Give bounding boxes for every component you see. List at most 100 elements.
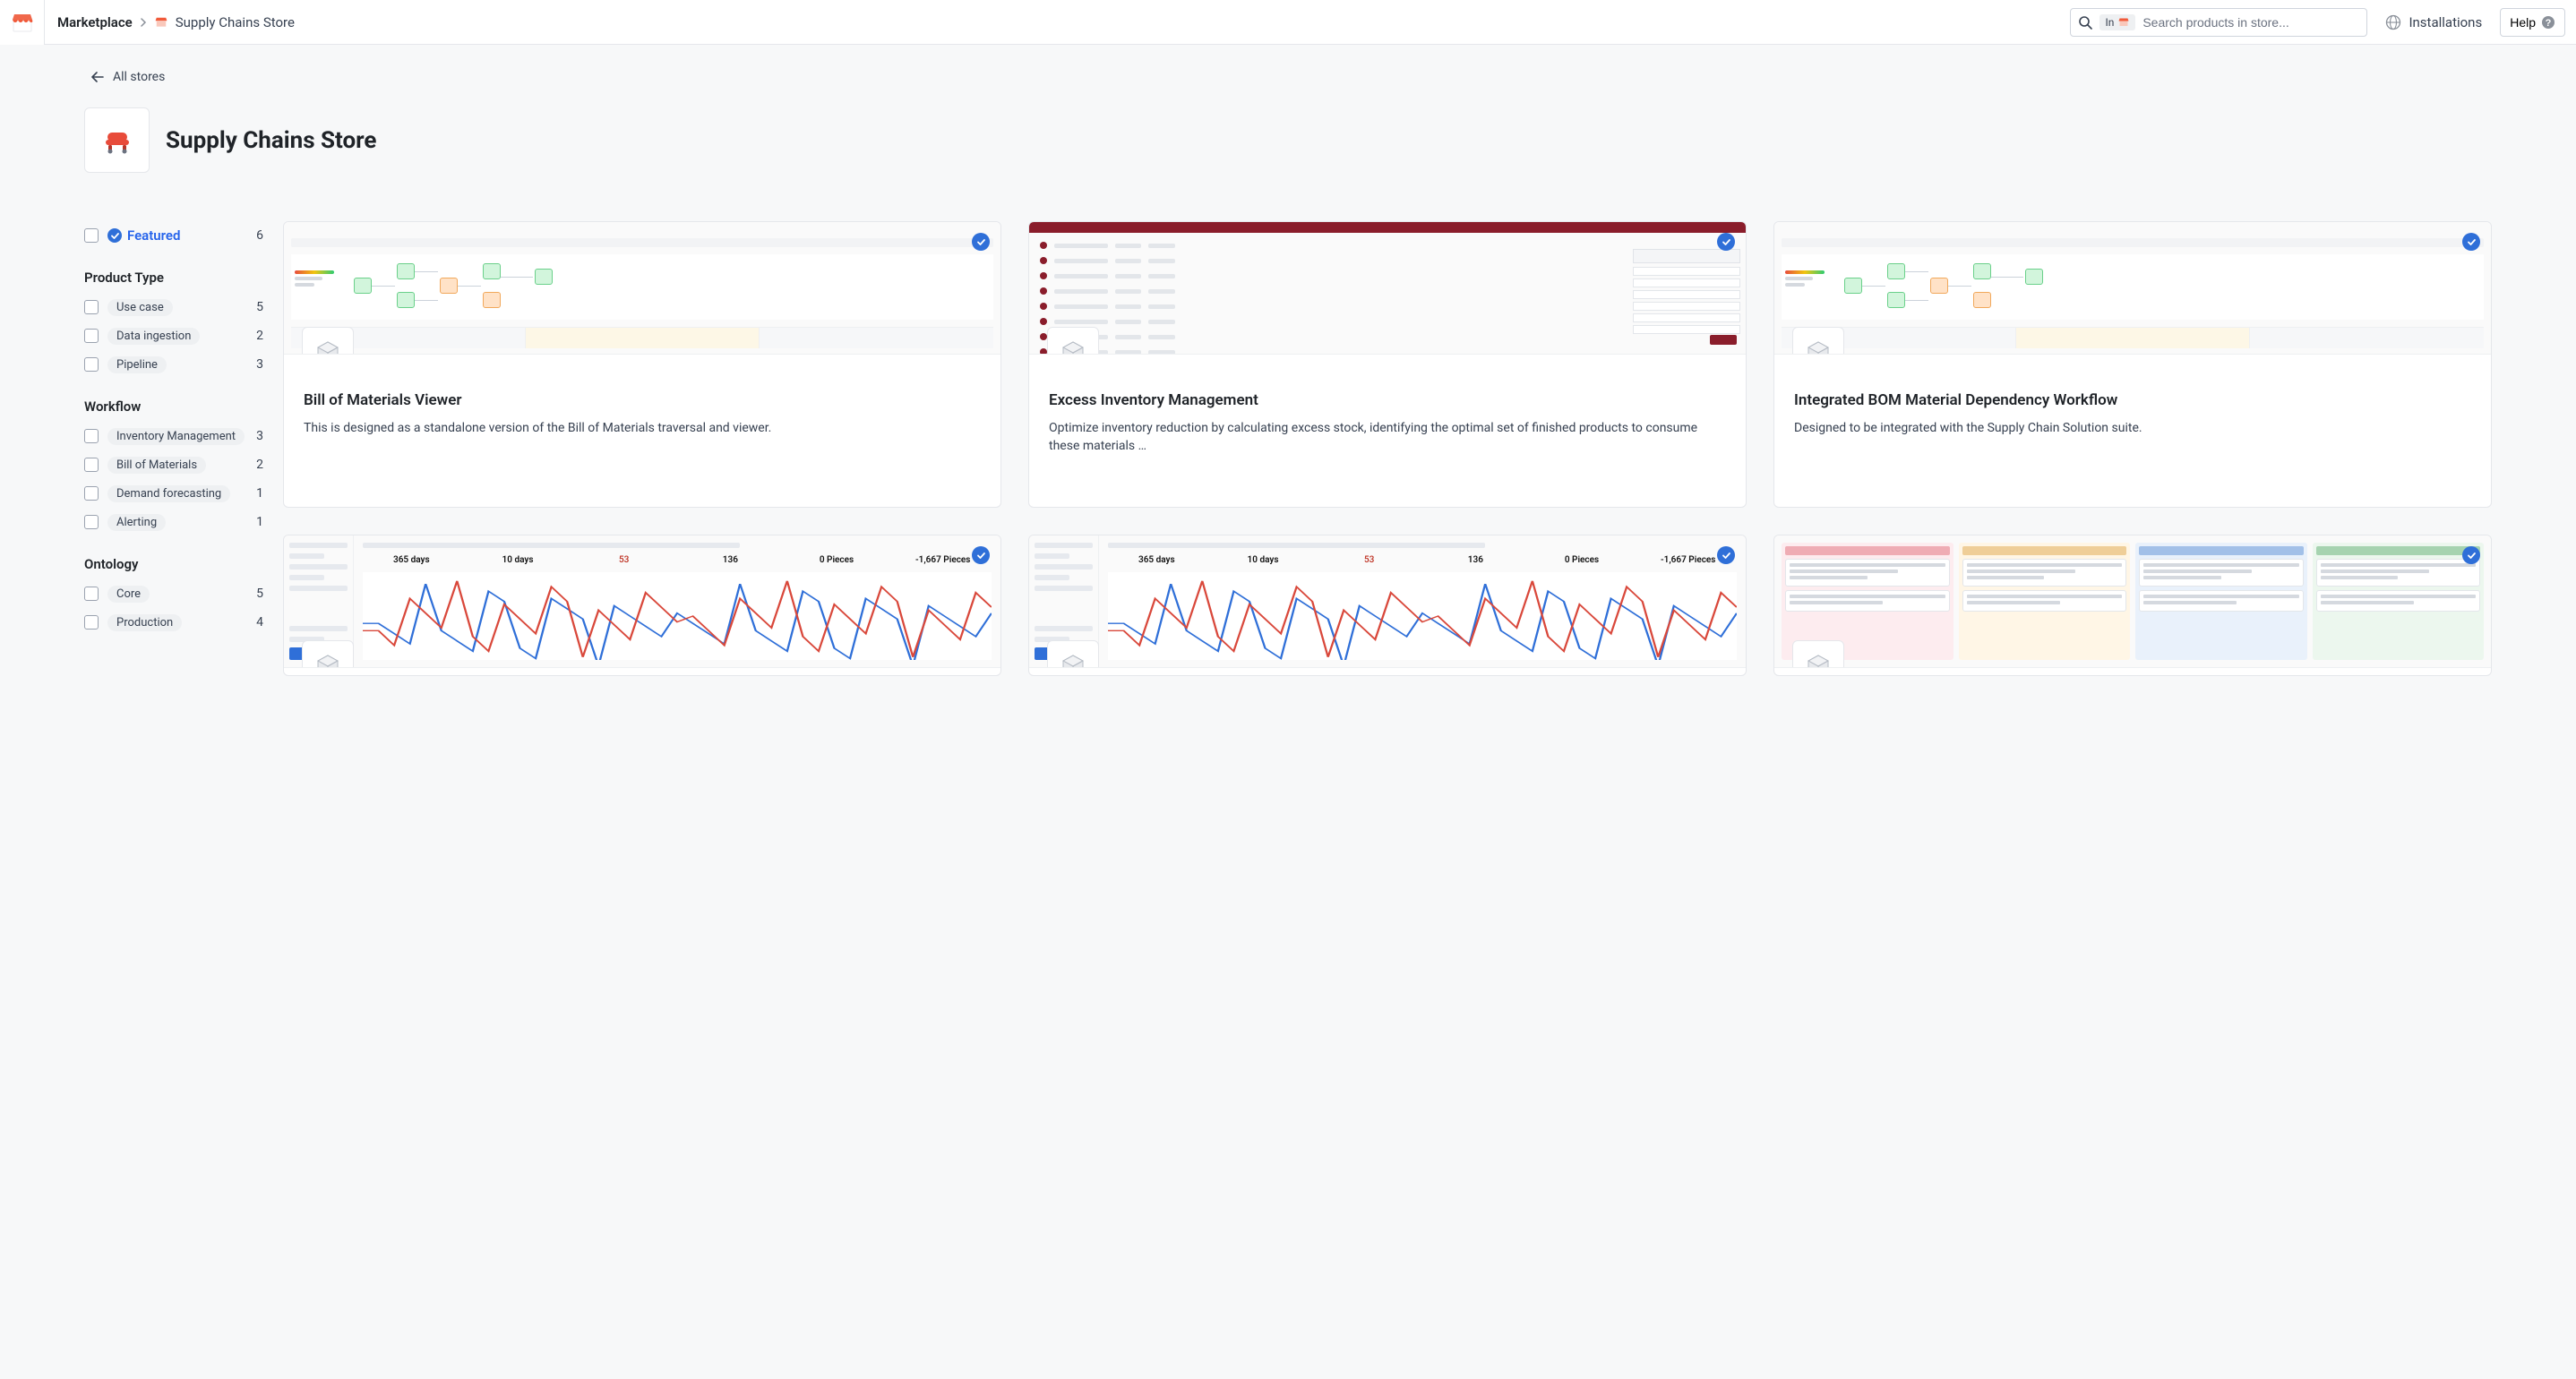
svg-text:?: ?: [2546, 18, 2552, 29]
filter-count: 1: [256, 486, 263, 501]
filter-group-title: Product Type: [84, 270, 263, 286]
product-card-body: Integrated BOM Material Dependency Workf…: [1774, 355, 2491, 507]
checkbox[interactable]: [84, 515, 99, 529]
chevron-right-icon: [140, 14, 147, 30]
featured-badge-icon: [2462, 546, 2480, 564]
filter-count: 4: [256, 615, 263, 630]
globe-icon: [2385, 14, 2401, 30]
breadcrumb: Marketplace Supply Chains Store: [45, 14, 295, 30]
product-card[interactable]: 365 days 10 days 53 136 0 Pieces -1,667 …: [1028, 535, 1747, 676]
store-icon-tile: [84, 107, 150, 173]
thumb-dashboard-preview: 365 days 10 days 53 136 0 Pieces -1,667 …: [284, 535, 1000, 667]
filter-row[interactable]: Inventory Management 3: [84, 422, 263, 450]
installations-label: Installations: [2409, 14, 2482, 30]
product-card[interactable]: [1773, 535, 2492, 676]
product-thumbnail: [1774, 535, 2491, 668]
checkbox[interactable]: [84, 458, 99, 472]
breadcrumb-leaf[interactable]: Supply Chains Store: [176, 14, 295, 30]
filter-featured-label: Featured: [127, 227, 180, 244]
package-icon: [314, 339, 341, 355]
product-title: Bill of Materials Viewer: [304, 390, 981, 410]
product-type-icon: [1047, 640, 1099, 668]
page-content: All stores Supply Chains Store: [0, 45, 2576, 730]
search-icon: [2078, 15, 2092, 30]
installations-link[interactable]: Installations: [2385, 14, 2482, 30]
filter-chip: Demand forecasting: [107, 485, 230, 502]
thumb-kanban-preview: [1774, 535, 2491, 667]
filter-row[interactable]: Alerting 1: [84, 508, 263, 536]
filter-group-title: Workflow: [84, 398, 263, 415]
package-icon: [1805, 339, 1832, 355]
product-thumbnail: 365 days 10 days 53 136 0 Pieces -1,667 …: [284, 535, 1000, 668]
filter-chip: Production: [107, 614, 182, 631]
filter-row[interactable]: Demand forecasting 1: [84, 479, 263, 508]
package-icon: [1060, 339, 1086, 355]
filter-group-title: Ontology: [84, 556, 263, 572]
product-card[interactable]: Integrated BOM Material Dependency Workf…: [1773, 221, 2492, 508]
product-thumbnail: [1029, 222, 1746, 355]
product-description: Designed to be integrated with the Suppl…: [1794, 419, 2471, 437]
filter-chip: Bill of Materials: [107, 457, 206, 474]
thumb-flow-preview: [1774, 233, 2491, 354]
checkbox[interactable]: [84, 329, 99, 343]
product-thumbnail: [1774, 222, 2491, 355]
app-logo[interactable]: [0, 0, 45, 45]
filter-row[interactable]: Bill of Materials 2: [84, 450, 263, 479]
breadcrumb-root[interactable]: Marketplace: [57, 14, 133, 30]
product-card[interactable]: 365 days 10 days 53 136 0 Pieces -1,667 …: [283, 535, 1001, 676]
thumb-table-preview: [1029, 222, 1746, 354]
store-icon: [2117, 17, 2130, 28]
checkbox[interactable]: [84, 357, 99, 372]
storefront-icon: [11, 12, 34, 33]
checkbox[interactable]: [84, 300, 99, 314]
product-description: Optimize inventory reduction by calculat…: [1049, 419, 1726, 456]
filter-featured-count: 6: [256, 228, 263, 243]
featured-badge-icon: [1717, 546, 1735, 564]
back-to-all-stores[interactable]: All stores: [91, 70, 2492, 84]
supply-chain-icon: [102, 127, 133, 154]
product-grid: Bill of Materials Viewer This is designe…: [283, 221, 2492, 676]
featured-badge-icon: [1717, 233, 1735, 251]
filter-count: 5: [256, 587, 263, 601]
checkbox[interactable]: [84, 486, 99, 501]
product-title: Integrated BOM Material Dependency Workf…: [1794, 390, 2471, 410]
search-input[interactable]: [2142, 15, 2359, 30]
filter-chip: Alerting: [107, 514, 166, 531]
thumb-dashboard-preview: 365 days 10 days 53 136 0 Pieces -1,667 …: [1029, 535, 1746, 667]
product-type-icon: [302, 327, 354, 355]
filter-row[interactable]: Core 5: [84, 579, 263, 608]
package-icon: [1060, 653, 1086, 668]
filter-count: 2: [256, 458, 263, 472]
filter-chip: Pipeline: [107, 356, 167, 373]
back-link-label: All stores: [113, 70, 165, 84]
product-title: Excess Inventory Management: [1049, 390, 1726, 410]
checkbox[interactable]: [84, 228, 99, 243]
filter-chip: Data ingestion: [107, 328, 200, 345]
filter-count: 3: [256, 429, 263, 443]
store-hero: Supply Chains Store: [84, 107, 2492, 173]
checkbox[interactable]: [84, 429, 99, 443]
help-button[interactable]: Help ?: [2500, 8, 2565, 37]
thumb-flow-preview: [284, 233, 1000, 354]
product-thumbnail: 365 days 10 days 53 136 0 Pieces -1,667 …: [1029, 535, 1746, 668]
featured-badge-icon: [972, 233, 990, 251]
product-type-icon: [302, 640, 354, 668]
filter-count: 2: [256, 329, 263, 343]
product-type-icon: [1792, 640, 1844, 668]
filter-row[interactable]: Use case 5: [84, 293, 263, 321]
product-card[interactable]: Excess Inventory Management Optimize inv…: [1028, 221, 1747, 508]
filter-featured[interactable]: Featured 6: [84, 221, 263, 250]
product-card[interactable]: Bill of Materials Viewer This is designe…: [283, 221, 1001, 508]
filter-row[interactable]: Data ingestion 2: [84, 321, 263, 350]
checkbox[interactable]: [84, 615, 99, 630]
product-card-body: Excess Inventory Management Optimize inv…: [1029, 355, 1746, 507]
search-box[interactable]: In: [2070, 8, 2367, 37]
filter-count: 3: [256, 357, 263, 372]
checkbox[interactable]: [84, 587, 99, 601]
search-scope-label: In: [2105, 16, 2114, 29]
filter-row[interactable]: Pipeline 3: [84, 350, 263, 379]
page-title: Supply Chains Store: [166, 127, 376, 154]
arrow-left-icon: [91, 72, 104, 82]
filter-row[interactable]: Production 4: [84, 608, 263, 637]
search-scope-pill[interactable]: In: [2099, 14, 2135, 30]
